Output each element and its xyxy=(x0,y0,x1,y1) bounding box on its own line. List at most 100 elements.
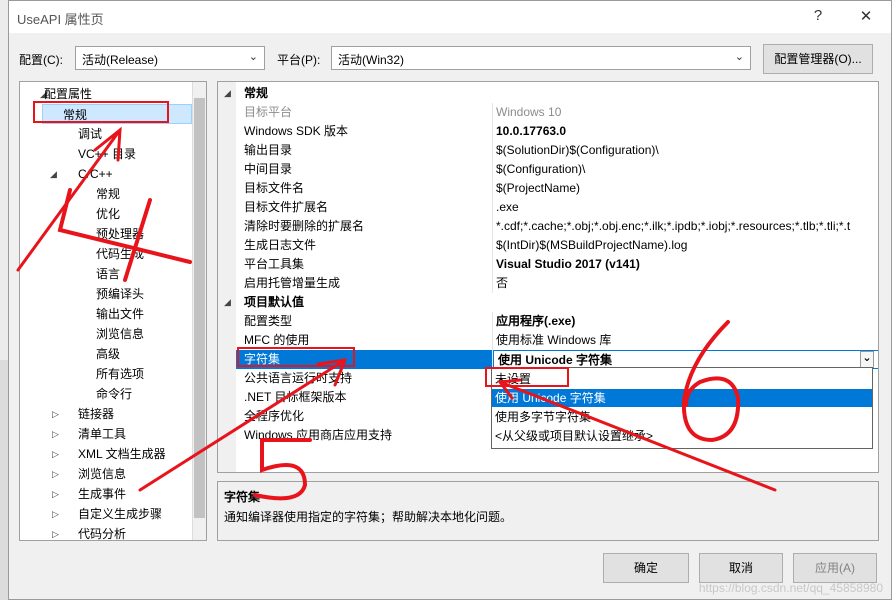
property-tree[interactable]: ◢ 配置属性 常规 调试 VC++ 目录 ◢ C/C++ 常规 优化 预处理器 代码生成 语言 预编译头… xyxy=(19,81,207,541)
property-name: Windows SDK 版本 xyxy=(244,124,349,138)
dropdown-option[interactable]: 使用多字节字符集 xyxy=(492,408,872,426)
tree-item[interactable]: 浏览信息 xyxy=(96,324,144,344)
grid-property-row[interactable]: 清除时要删除的扩展名 *.cdf;*.cache;*.obj;*.obj.enc;… xyxy=(218,217,878,236)
tree-item[interactable]: 预处理器 xyxy=(96,224,144,244)
property-value[interactable]: Visual Studio 2017 (v141) xyxy=(496,255,878,274)
property-value[interactable]: 应用程序(.exe) xyxy=(496,312,878,331)
grid-property-row[interactable]: 平台工具集 Visual Studio 2017 (v141) xyxy=(218,255,878,274)
property-name: .NET 目标框架版本 xyxy=(244,390,347,404)
tree-item[interactable]: C/C++ xyxy=(78,164,113,184)
property-value[interactable]: 否 xyxy=(496,274,878,293)
property-value[interactable]: *.cdf;*.cache;*.obj;*.obj.enc;*.ilk;*.ip… xyxy=(496,217,878,236)
grid-property-row[interactable]: 目标平台 Windows 10 xyxy=(218,103,878,122)
property-value[interactable]: Windows 10 xyxy=(496,103,878,122)
dropdown-option[interactable]: 使用 Unicode 字符集 xyxy=(492,389,872,407)
tree-expander-icon[interactable]: ▷ xyxy=(52,489,59,500)
property-name: 目标文件扩展名 xyxy=(244,200,329,214)
property-name: 目标文件名 xyxy=(244,181,305,195)
grid-property-row[interactable]: 输出目录 $(SolutionDir)$(Configuration)\ xyxy=(218,141,878,160)
tree-item[interactable]: 输出文件 xyxy=(96,304,144,324)
grid-category-row[interactable]: ◢ 常规 xyxy=(218,84,878,103)
property-value[interactable]: $(ProjectName) xyxy=(496,179,878,198)
property-name: 全程序优化 xyxy=(244,409,305,423)
column-divider xyxy=(492,255,493,274)
help-button[interactable]: ? xyxy=(807,7,829,24)
tree-item[interactable]: 语言 xyxy=(96,264,120,284)
config-combo[interactable]: 活动(Release) ⌄ xyxy=(75,46,265,70)
category-expander-icon[interactable]: ◢ xyxy=(224,84,231,103)
tree-expander-icon[interactable]: ◢ xyxy=(50,169,57,180)
config-label: 配置(C): xyxy=(19,53,63,67)
tree-item[interactable]: 清单工具 xyxy=(78,424,126,444)
column-divider xyxy=(492,217,493,236)
tree-item[interactable]: 命令行 xyxy=(96,384,132,404)
tree-expander-icon[interactable]: ▷ xyxy=(52,529,59,540)
tree-item[interactable]: 链接器 xyxy=(78,404,114,424)
property-name: 平台工具集 xyxy=(244,257,305,271)
platform-label: 平台(P): xyxy=(277,53,321,67)
grid-property-row[interactable]: 中间目录 $(Configuration)\ xyxy=(218,160,878,179)
column-divider xyxy=(492,236,493,255)
tree-expander-icon[interactable]: ▷ xyxy=(52,449,59,460)
tree-scrollbar[interactable] xyxy=(192,82,206,540)
description-pane: 字符集 通知编译器使用指定的字符集；帮助解决本地化问题。 xyxy=(217,481,879,541)
tree-item[interactable]: 所有选项 xyxy=(96,364,144,384)
description-title: 字符集 xyxy=(224,490,261,504)
cancel-button[interactable]: 取消 xyxy=(699,553,783,583)
annotation-box-charset xyxy=(237,347,355,367)
grid-property-row[interactable]: 生成日志文件 $(IntDir)$(MSBuildProjectName).log xyxy=(218,236,878,255)
property-name: Windows 应用商店应用支持 xyxy=(244,428,393,442)
chevron-down-icon: ⌄ xyxy=(248,51,258,63)
combo-dropdown-icon[interactable]: ⌄ xyxy=(860,351,874,368)
tree-item[interactable]: 优化 xyxy=(96,204,120,224)
tree-item[interactable]: 代码生成 xyxy=(96,244,144,264)
grid-property-row[interactable]: 目标文件名 $(ProjectName) xyxy=(218,179,878,198)
close-button[interactable]: ✕ xyxy=(855,7,877,25)
tree-expander-icon[interactable]: ▷ xyxy=(52,429,59,440)
grid-property-row[interactable]: 配置类型 应用程序(.exe) xyxy=(218,312,878,331)
tree-item[interactable]: XML 文档生成器 xyxy=(78,444,166,464)
platform-combo[interactable]: 活动(Win32) ⌄ xyxy=(331,46,751,70)
tree-expander-icon[interactable]: ▷ xyxy=(52,409,59,420)
tree-item[interactable]: 自定义生成步骤 xyxy=(78,504,162,524)
grid-category-row[interactable]: ◢ 项目默认值 xyxy=(218,293,878,312)
tree-expander-icon[interactable]: ▷ xyxy=(52,469,59,480)
tree-scrollbar-thumb[interactable] xyxy=(194,98,205,518)
property-value[interactable]: $(SolutionDir)$(Configuration)\ xyxy=(496,141,878,160)
property-value[interactable]: $(IntDir)$(MSBuildProjectName).log xyxy=(496,236,878,255)
tree-item[interactable]: 代码分析 xyxy=(78,524,126,540)
property-name: 生成日志文件 xyxy=(244,238,317,252)
dropdown-option[interactable]: <从父级或项目默认设置继承> xyxy=(492,427,872,445)
property-value[interactable]: 10.0.17763.0 xyxy=(496,122,878,141)
grid-property-row[interactable]: 启用托管增量生成 否 xyxy=(218,274,878,293)
grid-property-row[interactable]: 目标文件扩展名 .exe xyxy=(218,198,878,217)
config-manager-button[interactable]: 配置管理器(O)... xyxy=(763,44,873,74)
tree-item[interactable]: 预编译头 xyxy=(96,284,144,304)
platform-combo-value: 活动(Win32) xyxy=(338,53,405,67)
tree-item[interactable]: 调试 xyxy=(78,124,102,144)
tree-item[interactable]: 浏览信息 xyxy=(78,464,126,484)
tree-expander-icon[interactable]: ▷ xyxy=(52,509,59,520)
category-expander-icon[interactable]: ◢ xyxy=(224,293,231,312)
ok-button[interactable]: 确定 xyxy=(603,553,689,583)
property-name: 启用托管增量生成 xyxy=(244,276,341,290)
tree-item[interactable]: 高级 xyxy=(96,344,120,364)
property-value[interactable]: 使用标准 Windows 库 xyxy=(496,331,878,350)
property-name: 中间目录 xyxy=(244,162,293,176)
property-value[interactable]: $(Configuration)\ xyxy=(496,160,878,179)
column-divider xyxy=(492,179,493,198)
column-divider xyxy=(492,122,493,141)
category-label: 项目默认值 xyxy=(244,295,305,309)
annotation-box-general xyxy=(33,101,169,123)
tree-item[interactable]: 生成事件 xyxy=(78,484,126,504)
apply-button[interactable]: 应用(A) xyxy=(793,553,877,583)
property-pages-dialog: UseAPI 属性页 ? ✕ 配置(C): 活动(Release) ⌄ 平台(P… xyxy=(8,0,892,600)
property-value[interactable]: .exe xyxy=(496,198,878,217)
property-name: 清除时要删除的扩展名 xyxy=(244,219,365,233)
tree-item[interactable]: VC++ 目录 xyxy=(78,144,136,164)
column-divider xyxy=(492,103,493,122)
config-combo-value: 活动(Release) xyxy=(82,53,159,67)
column-divider xyxy=(492,274,493,293)
tree-item[interactable]: 常规 xyxy=(96,184,120,204)
grid-property-row[interactable]: Windows SDK 版本 10.0.17763.0 xyxy=(218,122,878,141)
